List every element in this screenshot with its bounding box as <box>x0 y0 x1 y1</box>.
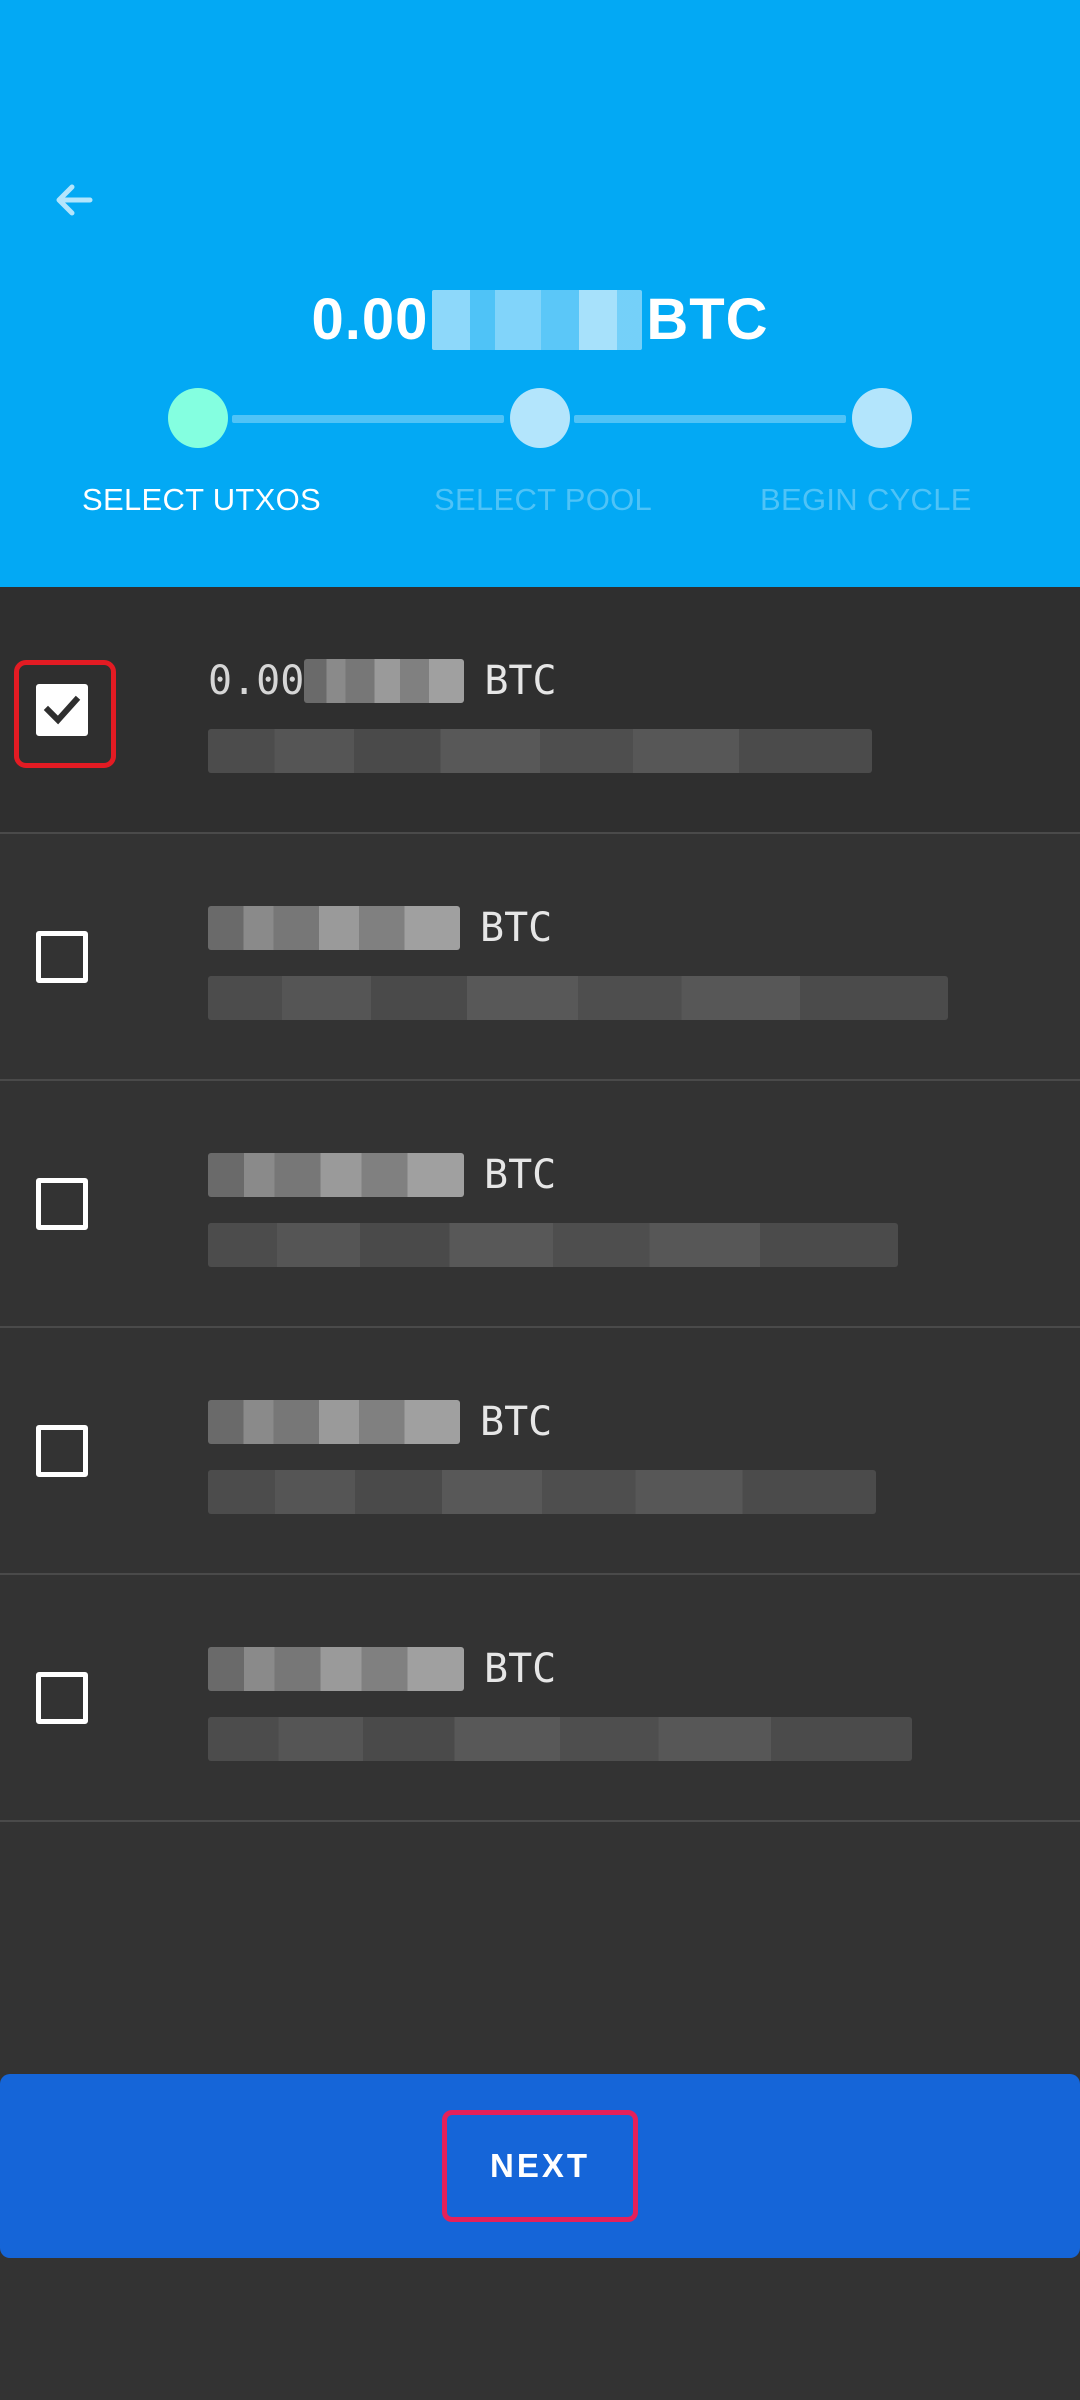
utxo-address-redacted <box>208 1223 898 1267</box>
step-dot-begin-cycle <box>852 388 912 448</box>
step-connector <box>574 415 846 423</box>
utxo-amount-redacted <box>208 906 460 950</box>
balance-prefix: 0.00 <box>311 287 429 352</box>
utxo-checkbox[interactable] <box>36 931 88 983</box>
next-button[interactable]: NEXT <box>442 2110 638 2222</box>
utxo-row[interactable]: BTC <box>0 1081 1080 1328</box>
utxo-amount: BTC <box>208 1149 556 1201</box>
step-dot-select-utxos <box>168 388 228 448</box>
utxo-amount-prefix: 0.00 <box>208 658 305 704</box>
utxo-unit: BTC <box>484 658 557 704</box>
step-label-begin-cycle: BEGIN CYCLE <box>760 482 972 517</box>
utxo-amount: BTC <box>208 1396 552 1448</box>
utxo-checkbox[interactable] <box>36 1672 88 1724</box>
utxo-amount-redacted <box>208 1153 464 1197</box>
utxo-list: 0.00 BTC BTC BTC BTC BTC <box>0 587 1080 1822</box>
step-connector <box>232 415 504 423</box>
utxo-unit: BTC <box>484 1646 557 1692</box>
utxo-checkbox[interactable] <box>36 1425 88 1477</box>
step-label-select-utxos: SELECT UTXOS <box>82 482 322 517</box>
utxo-checkbox[interactable] <box>36 684 88 736</box>
utxo-row[interactable]: BTC <box>0 1328 1080 1575</box>
arrow-left-icon <box>56 184 93 216</box>
check-icon <box>43 695 81 725</box>
utxo-row[interactable]: BTC <box>0 1575 1080 1822</box>
utxo-unit: BTC <box>480 1399 553 1445</box>
utxo-checkbox[interactable] <box>36 1178 88 1230</box>
utxo-amount: BTC <box>208 902 552 954</box>
utxo-amount-redacted <box>304 659 465 703</box>
utxo-amount-redacted <box>208 1647 464 1691</box>
utxo-amount: BTC <box>208 1643 556 1695</box>
utxo-row[interactable]: 0.00 BTC <box>0 587 1080 834</box>
utxo-amount-redacted <box>208 1400 460 1444</box>
stepper <box>0 388 1080 448</box>
utxo-address-redacted <box>208 729 872 773</box>
step-label-select-pool: SELECT POOL <box>434 482 653 517</box>
back-button[interactable] <box>44 170 104 230</box>
utxo-row[interactable]: BTC <box>0 834 1080 1081</box>
balance-amount: 0.00 BTC <box>0 286 1080 353</box>
balance-redacted <box>432 289 643 350</box>
utxo-address-redacted <box>208 1470 876 1514</box>
utxo-unit: BTC <box>480 905 553 951</box>
balance-unit: BTC <box>646 287 769 352</box>
utxo-address-redacted <box>208 1717 912 1761</box>
header: 0.00 BTC SELECT UTXOS SELECT POOL BEGIN … <box>0 0 1080 587</box>
utxo-amount: 0.00 BTC <box>208 655 557 707</box>
step-dot-select-pool <box>510 388 570 448</box>
utxo-unit: BTC <box>484 1152 557 1198</box>
utxo-address-redacted <box>208 976 948 1020</box>
footer-bar: NEXT <box>0 2074 1080 2258</box>
